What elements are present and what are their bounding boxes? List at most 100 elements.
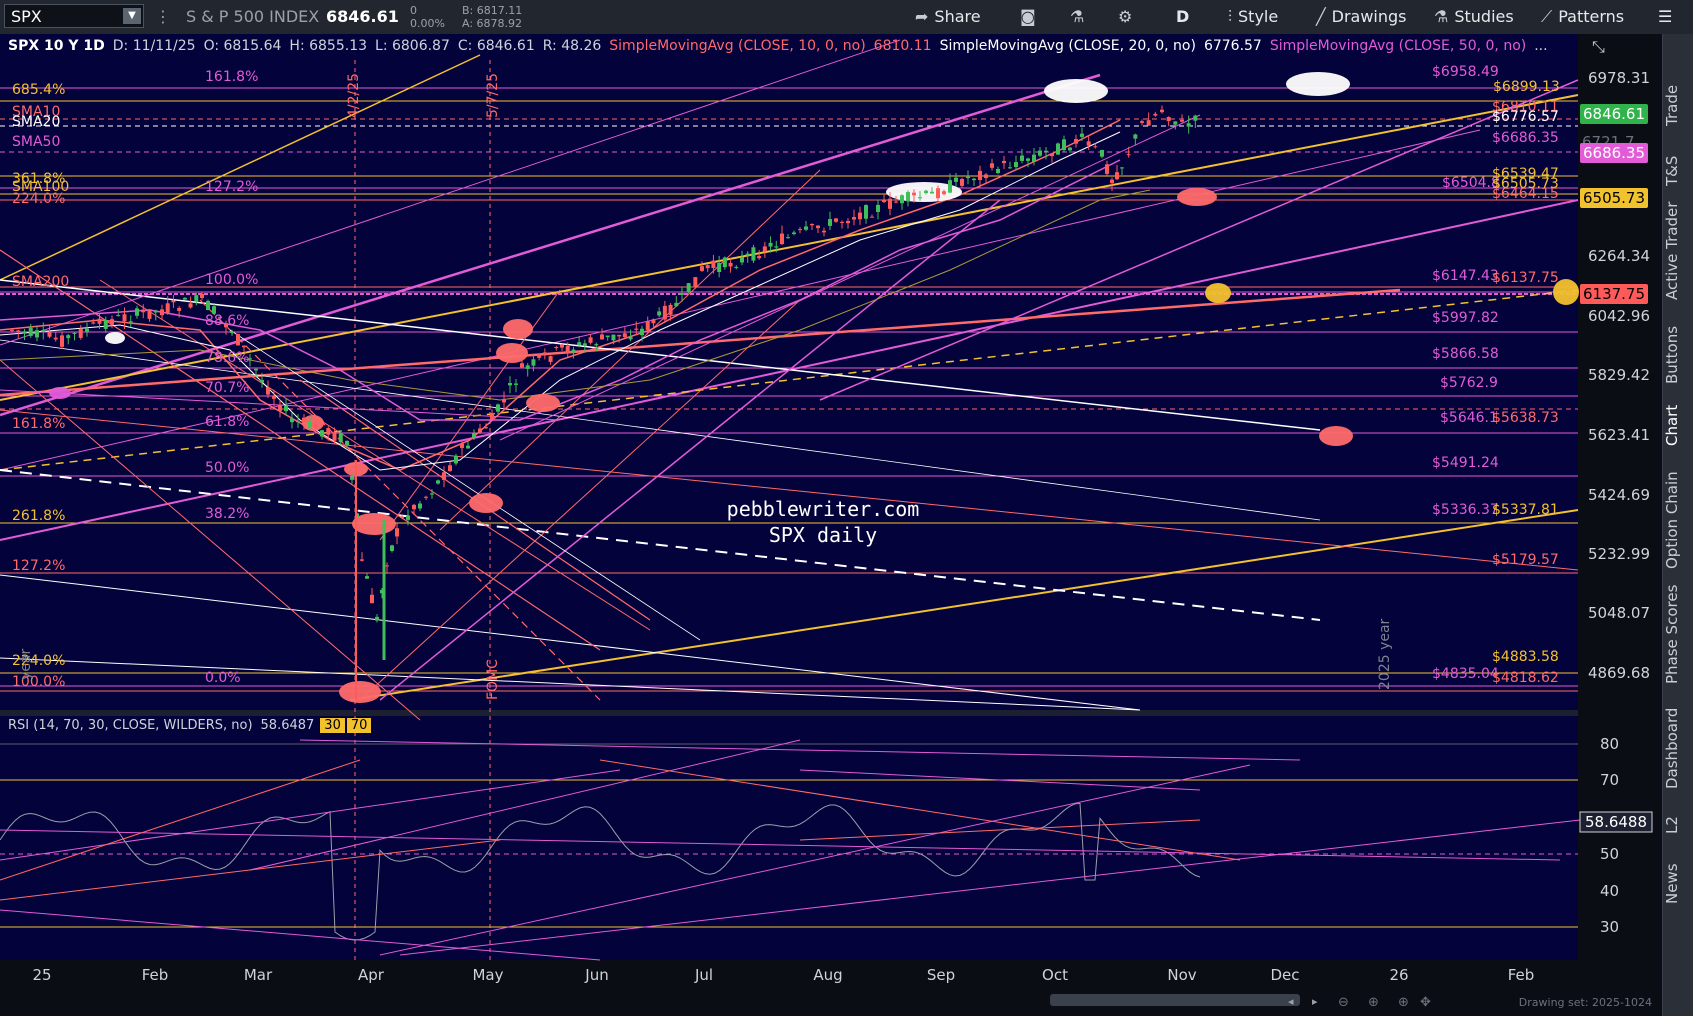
candle-body — [165, 303, 170, 313]
scroll-left-icon[interactable]: ◂ — [1288, 995, 1294, 1008]
drawings-label: Drawings — [1331, 7, 1407, 26]
zoom-out-icon[interactable]: ⊖ — [1338, 995, 1349, 1010]
last-price: 6846.61 — [326, 7, 399, 26]
candle-body — [200, 293, 204, 298]
scroll-right-icon[interactable]: ▸ — [1312, 995, 1318, 1008]
sidebar-tab-chart[interactable]: Chart — [1663, 405, 1681, 446]
candle-body — [645, 321, 650, 330]
crosshair-icon[interactable]: ⊕ — [1398, 995, 1409, 1010]
candle-body — [53, 337, 58, 340]
candle-body — [1115, 172, 1119, 180]
candle-body — [502, 399, 506, 403]
candle-body — [508, 383, 512, 386]
legend-more[interactable]: ... — [1530, 38, 1551, 54]
candle-body — [717, 262, 722, 273]
price-tick: 5623.41 — [1588, 426, 1650, 444]
level-label: $5997.82 — [1432, 310, 1499, 326]
price-tick: 5048.07 — [1588, 604, 1650, 622]
chevron-down-icon[interactable]: ▼ — [123, 8, 141, 24]
legend-sma50: SimpleMovingAvg (CLOSE, 50, 0, no) — [1269, 38, 1527, 54]
level-label-left: SMA20 — [12, 114, 60, 130]
candle-body — [565, 345, 570, 354]
style-button[interactable]: ⫶ Style — [1228, 0, 1278, 34]
candle-body — [1056, 143, 1060, 155]
candle-body — [266, 387, 270, 395]
level-label-left: 127.2% — [12, 558, 65, 574]
candle-body — [72, 332, 77, 334]
rsi-os: 70 — [346, 718, 372, 733]
patterns-label: Patterns — [1558, 7, 1625, 26]
time-tick: Dec — [1270, 966, 1299, 984]
candle-body — [230, 331, 234, 334]
sidebar-tab-buttons[interactable]: Buttons — [1663, 326, 1681, 384]
candle-body — [375, 616, 379, 621]
candle-body — [28, 327, 33, 336]
sidebar-tab-l2[interactable]: L2 — [1663, 803, 1681, 834]
price-tick: 6264.34 — [1588, 247, 1650, 265]
candle-body — [430, 493, 434, 495]
sidebar-tab-news[interactable]: News — [1663, 863, 1681, 904]
candle-body — [116, 315, 121, 317]
sidebar-tab-t-s[interactable]: T&S — [1663, 155, 1681, 186]
candle-body — [1044, 150, 1048, 152]
candle-body — [448, 465, 452, 472]
price-tick: 4869.68 — [1588, 664, 1650, 682]
sidebar-tab-phase-scores[interactable]: Phase Scores — [1663, 585, 1681, 684]
patterns-button[interactable]: ⟋ Patterns — [1541, 0, 1624, 34]
sidebar-tab-option-chain[interactable]: Option Chain — [1663, 471, 1681, 569]
candle-body — [1080, 133, 1084, 137]
candle-body — [254, 368, 258, 371]
candle-body — [640, 328, 644, 336]
candle-body — [242, 345, 246, 348]
scroll-thumb[interactable] — [1050, 994, 1300, 1006]
time-tick: 25 — [32, 966, 51, 984]
candle-body — [996, 168, 1000, 174]
candle-body — [560, 344, 564, 348]
sidebar-tab-dashboard[interactable]: Dashboard — [1663, 708, 1681, 789]
level-label-left: 685.4% — [12, 82, 65, 98]
vertical-label: year — [18, 649, 34, 680]
symbol-input[interactable]: SPX ▼ — [4, 4, 144, 28]
candle-body — [1186, 123, 1191, 127]
level-label-left: SMA200 — [12, 274, 69, 290]
price-tag-text: 6846.61 — [1583, 105, 1645, 123]
highlight-marker — [1319, 426, 1353, 446]
candle-body — [236, 334, 240, 346]
right-sidebar: Trade T&S Active Trader Buttons Chart Option … — [1662, 34, 1693, 1016]
level-label: $6147.43 — [1432, 268, 1499, 284]
candle-body — [622, 333, 627, 338]
price-chart[interactable]: $6958.49$6899.13$6810.11$6776.57$6686.35… — [0, 34, 1662, 1016]
period-button[interactable]: D — [1176, 0, 1189, 34]
flask-icon: ⚗ — [1434, 7, 1449, 26]
candle-body — [1093, 146, 1098, 148]
share-button[interactable]: ➦ Share — [915, 0, 981, 34]
candle-body — [122, 314, 127, 322]
candle-body — [828, 219, 832, 226]
candle-body — [418, 503, 422, 509]
candle-body — [1026, 158, 1030, 161]
highlight-marker — [526, 394, 560, 412]
candle-body — [870, 216, 874, 218]
zoom-in-icon[interactable]: ⊕ — [1368, 995, 1379, 1010]
time-tick: Feb — [1508, 966, 1535, 984]
settings-button[interactable]: ⚙ — [1118, 0, 1138, 34]
sidebar-tab-active-trader[interactable]: Active Trader — [1663, 202, 1681, 300]
rsi-tick: 80 — [1600, 735, 1619, 753]
drawings-button[interactable]: ╱ Drawings — [1316, 0, 1407, 34]
candle-body — [490, 413, 494, 420]
candle-body — [1110, 179, 1114, 184]
screenshot-button[interactable]: ◙ — [1020, 0, 1042, 34]
pan-icon[interactable]: ✥ — [1420, 995, 1431, 1010]
collapse-icon[interactable]: ⤡ — [1592, 37, 1605, 56]
flask-button[interactable]: ⚗ — [1070, 0, 1090, 34]
candle-body — [16, 330, 21, 332]
sidebar-tab-trade[interactable]: Trade — [1663, 85, 1681, 126]
candle-body — [728, 262, 733, 267]
fib-label: 161.8% — [205, 69, 258, 85]
time-tick: Nov — [1167, 966, 1196, 984]
candle-body — [792, 232, 796, 235]
candle-body — [948, 180, 952, 193]
menu-icon[interactable]: ☰ — [1658, 0, 1672, 34]
studies-button[interactable]: ⚗ Studies — [1434, 0, 1514, 34]
link-icon[interactable]: ⋮ — [155, 0, 171, 34]
